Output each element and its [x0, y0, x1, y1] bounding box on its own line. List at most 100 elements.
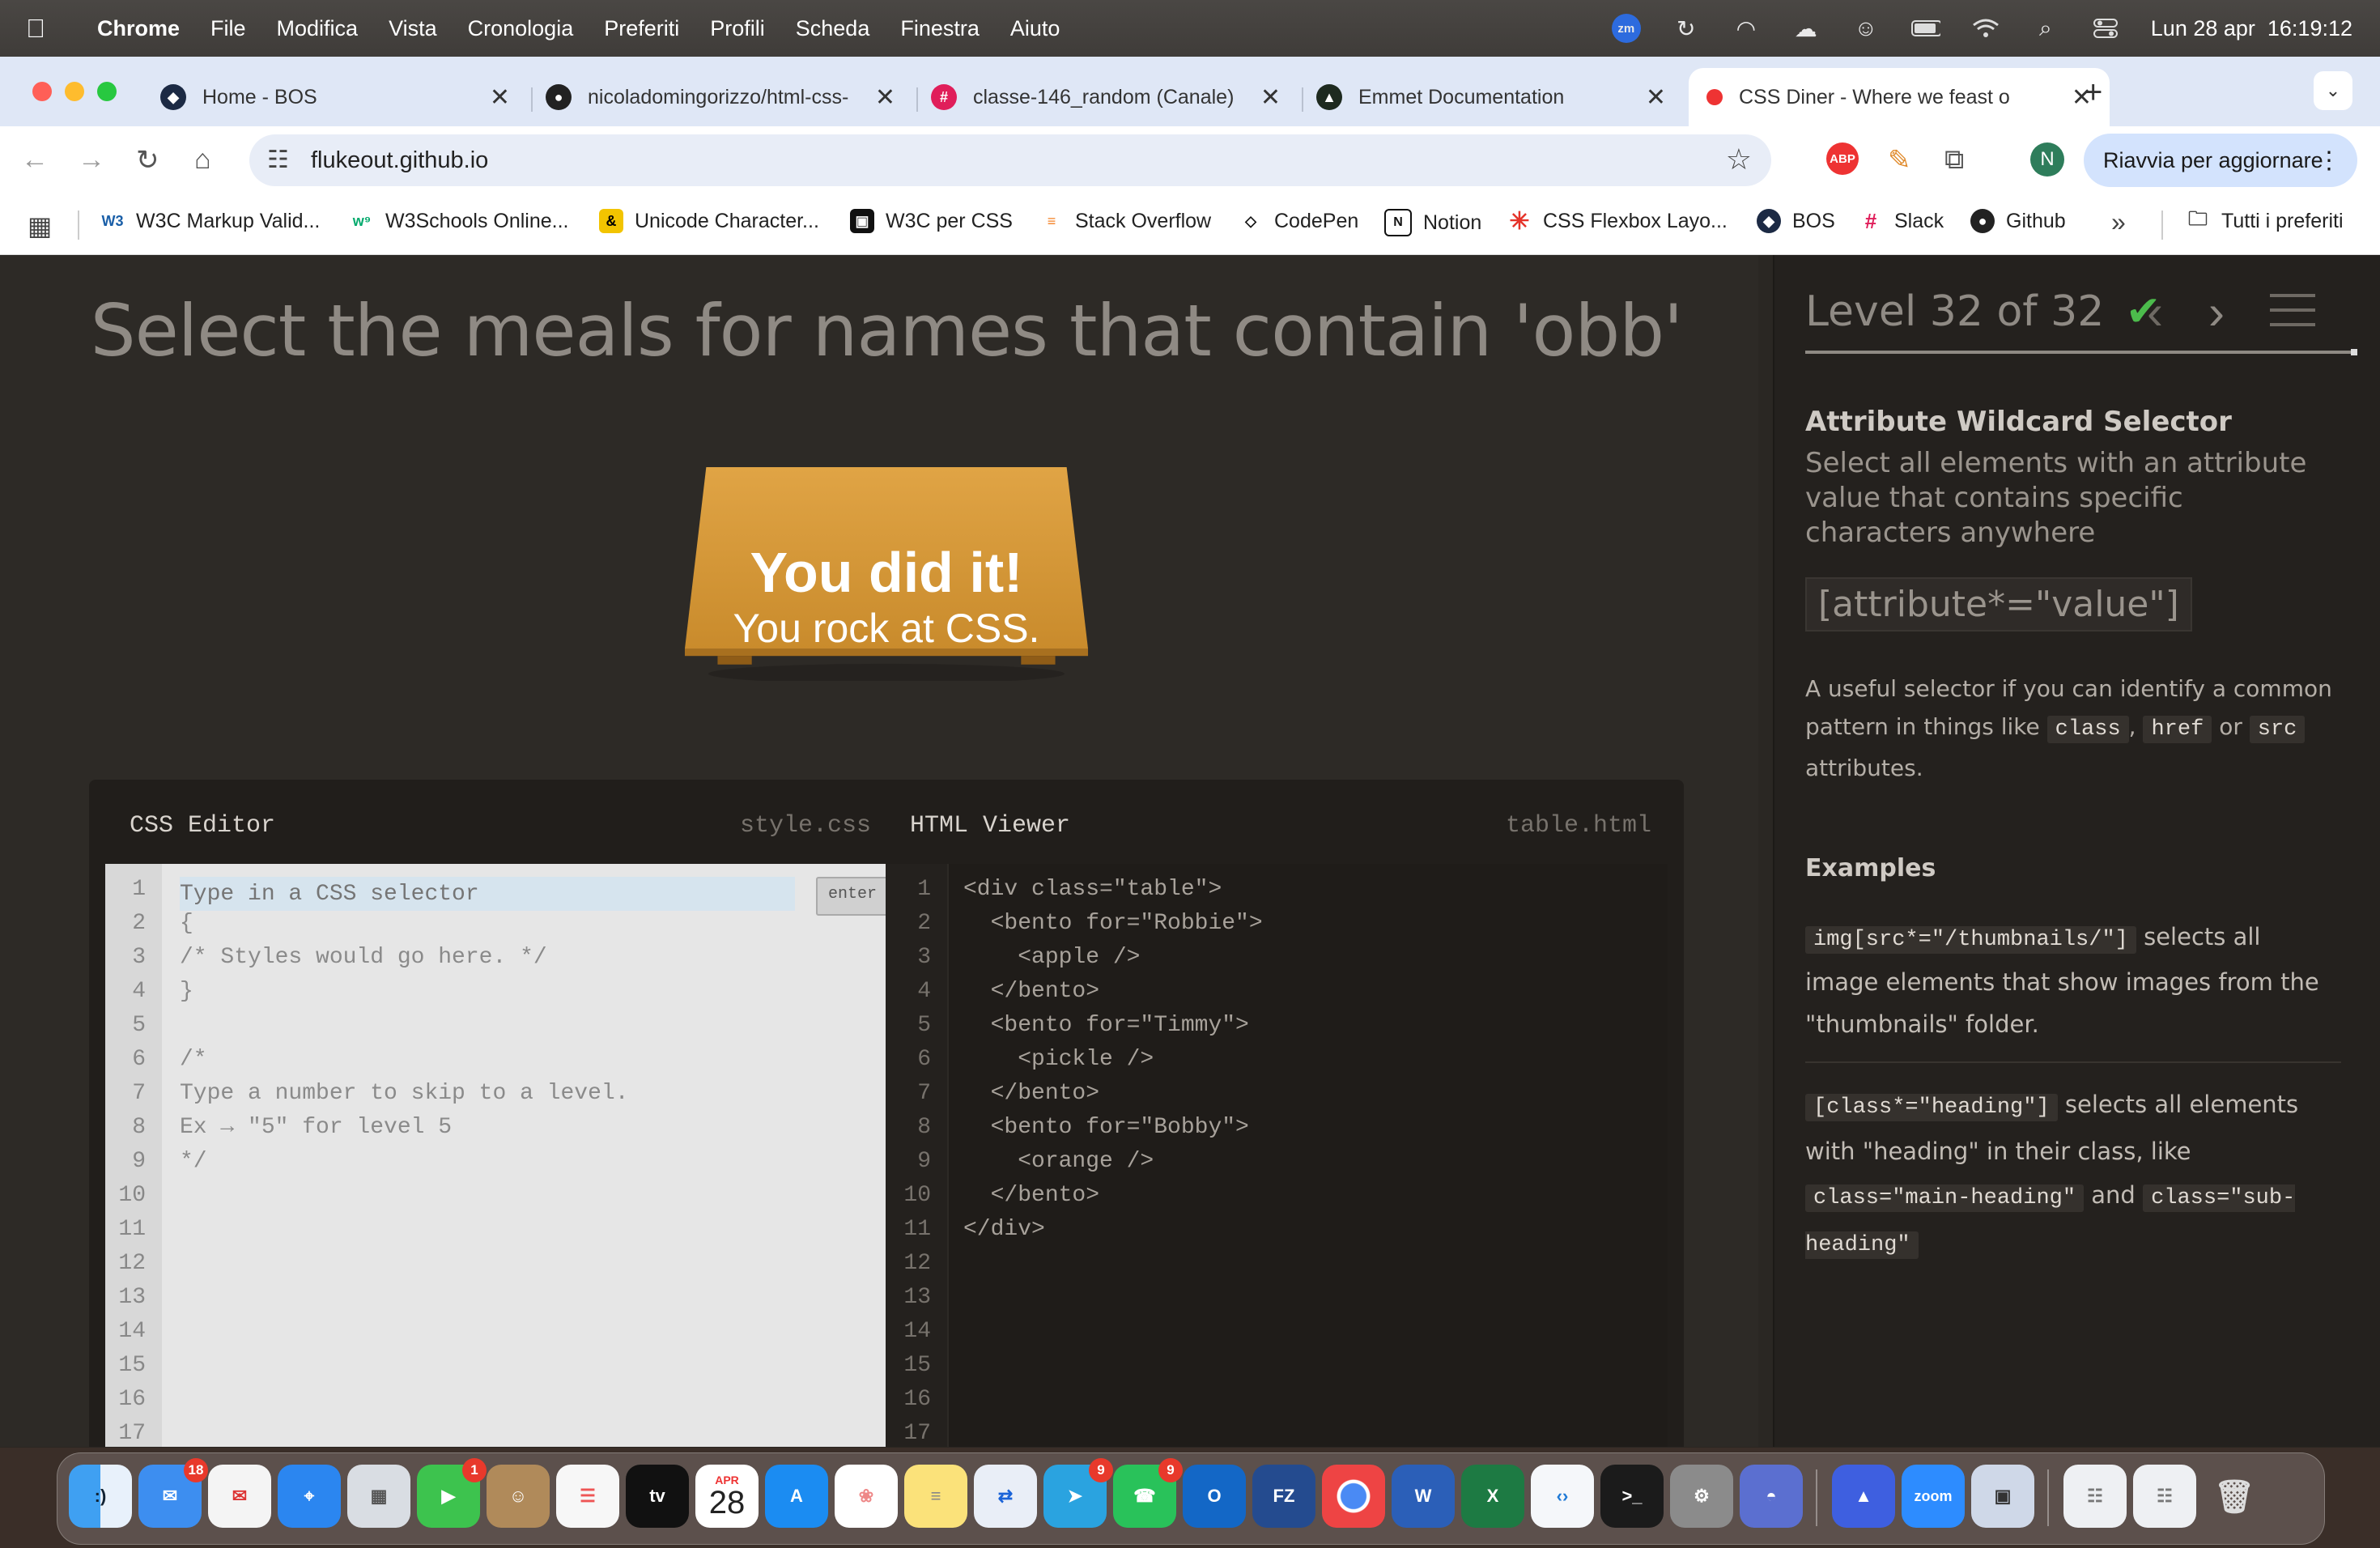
contacts-icon[interactable]: ☺ [487, 1465, 550, 1528]
bookmark-github[interactable]: ● Github [1970, 209, 2066, 233]
photos-icon[interactable]: ❀ [835, 1465, 898, 1528]
user-icon[interactable]: ☺ [1851, 15, 1881, 41]
menu-item-vista[interactable]: Vista [389, 16, 437, 41]
enter-button[interactable]: enter [816, 877, 889, 916]
notes-icon[interactable]: ≡ [904, 1465, 967, 1528]
calendar-icon[interactable]: APR 28 [695, 1465, 759, 1528]
apps-grid-icon[interactable]: ▦ [28, 211, 52, 241]
gmail-icon[interactable]: ✉ [208, 1465, 271, 1528]
menu-item-aiuto[interactable]: Aiuto [1010, 16, 1060, 41]
html-code-line[interactable]: <bento for="Robbie"> [963, 911, 1263, 936]
bookmark-star-icon[interactable]: ☆ [1726, 142, 1752, 176]
bookmark-w3c-validator[interactable]: W3 W3C Markup Valid... [100, 209, 321, 233]
telegram-icon[interactable]: ➤ 9 [1043, 1458, 1113, 1528]
documents-stack-icon[interactable]: ☷ [2063, 1465, 2127, 1528]
bookmark-notion[interactable]: N Notion [1384, 209, 1481, 236]
chrome-icon[interactable] [1322, 1465, 1385, 1528]
all-bookmarks-folder[interactable]: 🗀 Tutti i preferiti [2186, 208, 2344, 233]
whatsapp-icon[interactable]: ☎ 9 [1113, 1458, 1183, 1528]
zoom-icon[interactable]: zoom [1902, 1465, 1965, 1528]
app-store-icon[interactable]: A [765, 1465, 828, 1528]
cloud-icon[interactable]: ☁ [1791, 15, 1821, 41]
filezilla-icon[interactable]: FZ [1252, 1465, 1315, 1528]
tab-css-diner[interactable]: CSS Diner - Where we feast o ✕ [1689, 68, 2110, 126]
html-code-line[interactable]: </bento> [963, 979, 1099, 1004]
level-menu-icon[interactable] [2270, 292, 2315, 328]
bookmark-w3c-css[interactable]: ▣ W3C per CSS [850, 209, 1013, 233]
tab-search-button[interactable]: ⌄ [2314, 71, 2352, 110]
menu-item-modifica[interactable]: Modifica [277, 16, 359, 41]
launchpad-icon[interactable]: ▦ [347, 1465, 410, 1528]
safari-icon[interactable]: ⌖ [278, 1465, 341, 1528]
window-minimize-button[interactable] [65, 82, 84, 101]
bookmark-stackoverflow[interactable]: ≡ Stack Overflow [1039, 209, 1211, 233]
sync-icon[interactable]: ↻ [1672, 15, 1701, 41]
bookmark-unicode[interactable]: & Unicode Character... [599, 209, 819, 233]
nordvpn-icon[interactable]: ▲ [1832, 1465, 1895, 1528]
home-icon[interactable]: ⌂ [194, 144, 211, 176]
clock[interactable]: Lun 28 apr 16:19:12 [2151, 16, 2352, 41]
vscode-icon[interactable]: ‹› [1531, 1465, 1594, 1528]
mail-icon[interactable]: ✉ 18 [138, 1458, 208, 1528]
site-settings-icon[interactable]: ☷ [267, 146, 289, 174]
window-zoom-button[interactable] [97, 82, 117, 101]
menu-item-profili[interactable]: Profili [710, 16, 765, 41]
back-icon[interactable]: ← [21, 144, 49, 176]
profile-avatar[interactable]: N [2030, 142, 2064, 176]
close-icon[interactable]: ✕ [1646, 83, 1666, 112]
window-close-button[interactable] [32, 82, 52, 101]
html-code-line[interactable]: <orange /> [963, 1149, 1154, 1174]
tab-github[interactable]: ● nicoladomingorizzo/html-css- ✕ [546, 68, 902, 126]
html-code-line[interactable]: <div class="table"> [963, 877, 1222, 902]
apple-icon[interactable]:  [26, 14, 45, 44]
css-selector-input[interactable] [180, 877, 795, 911]
menu-item-cronologia[interactable]: Cronologia [468, 16, 574, 41]
menu-app-name[interactable]: Chrome [97, 16, 180, 41]
new-tab-button[interactable]: + [2084, 74, 2102, 111]
facetime-icon[interactable]: ▶ 1 [417, 1458, 487, 1528]
bookmark-bos[interactable]: ◆ BOS [1757, 209, 1835, 233]
close-icon[interactable]: ✕ [490, 83, 510, 112]
reminders-icon[interactable]: ☰ [556, 1465, 619, 1528]
menu-item-file[interactable]: File [210, 16, 246, 41]
html-code-line[interactable]: <bento for="Bobby"> [963, 1115, 1249, 1140]
html-code-line[interactable]: <bento for="Timmy"> [963, 1013, 1249, 1038]
finder-icon[interactable]: :) [69, 1465, 132, 1528]
html-code-line[interactable]: </bento> [963, 1183, 1099, 1208]
word-icon[interactable]: W [1392, 1465, 1455, 1528]
tab-emmet[interactable]: ▲ Emmet Documentation ✕ [1316, 68, 1672, 126]
menu-item-preferiti[interactable]: Preferiti [604, 16, 679, 41]
downloads-stack-icon[interactable]: ☷ [2133, 1465, 2196, 1528]
color-picker-icon[interactable]: ✎ [1888, 144, 1911, 176]
pokemon-icon[interactable]: ◓ [1740, 1465, 1803, 1528]
previous-level-icon[interactable]: ‹ [2147, 284, 2163, 340]
html-code-line[interactable]: </div> [963, 1217, 1045, 1242]
outlook-icon[interactable]: O [1183, 1465, 1246, 1528]
forward-icon[interactable]: → [78, 144, 105, 176]
bookmark-codepen[interactable]: ◇ CodePen [1239, 209, 1358, 233]
more-icon[interactable]: ⋮ [2317, 147, 2341, 175]
reload-icon[interactable]: ↻ [136, 144, 159, 176]
html-code-line[interactable]: <pickle /> [963, 1047, 1154, 1072]
system-settings-icon[interactable]: ⚙ [1670, 1465, 1733, 1528]
extensions-icon[interactable]: ⧉ [1944, 144, 1964, 176]
adblock-icon[interactable]: ABP [1826, 142, 1859, 175]
close-icon[interactable]: ✕ [875, 83, 895, 112]
bookmark-w3schools[interactable]: w⁹ W3Schools Online... [350, 209, 569, 233]
apple-tv-icon[interactable]: tv [626, 1465, 689, 1528]
menu-item-finestra[interactable]: Finestra [900, 16, 980, 41]
trash-icon[interactable]: 🗑 [2203, 1465, 2266, 1528]
speedometer-icon[interactable]: ◠ [1732, 15, 1761, 41]
bookmark-flexbox[interactable]: ✳ CSS Flexbox Layo... [1507, 208, 1727, 235]
html-code-line[interactable]: </bento> [963, 1081, 1099, 1106]
tab-home-bos[interactable]: ◆ Home - BOS ✕ [160, 68, 516, 126]
address-bar[interactable]: ☷ flukeout.github.io ☆ [249, 134, 1771, 186]
preview-icon[interactable]: ▣ [1971, 1465, 2034, 1528]
pane-divider[interactable] [1758, 255, 1773, 1447]
more-bookmarks-icon[interactable]: » [2111, 207, 2126, 237]
terminal-icon[interactable]: >_ [1600, 1465, 1664, 1528]
next-level-icon[interactable]: › [2208, 284, 2225, 340]
battery-icon[interactable] [1910, 15, 1940, 41]
menu-item-scheda[interactable]: Scheda [796, 16, 870, 41]
zoom-status-icon[interactable]: zm [1611, 14, 1641, 43]
